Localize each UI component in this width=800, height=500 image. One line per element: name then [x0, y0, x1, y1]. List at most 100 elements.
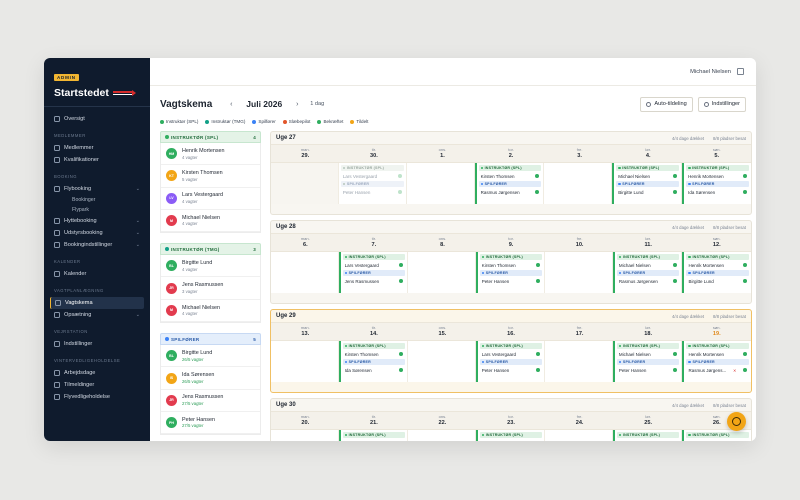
help-button[interactable]: [727, 412, 746, 431]
sidebar-item-tilmeldinger[interactable]: Tilmeldinger: [50, 379, 144, 391]
day-cell-empty[interactable]: [271, 341, 339, 382]
assigned-instructor[interactable]: Kirsten Thomsen: [479, 171, 542, 181]
assigned-instructor[interactable]: Kirsten Thomsen: [480, 260, 543, 270]
assigned-instructor[interactable]: [686, 438, 749, 441]
sidebar-item-kvalifikationer[interactable]: Kvalifikationer: [50, 154, 144, 166]
assigned-winch-operator[interactable]: Peter Hansen: [480, 365, 543, 375]
sidebar-item-kalender[interactable]: Kalender: [50, 268, 144, 280]
day-cell-empty[interactable]: [408, 252, 476, 293]
assigned-instructor[interactable]: Lars Vestergaard: [341, 171, 404, 181]
day-cell-empty[interactable]: [408, 430, 476, 441]
day-cell[interactable]: INSTRUKTØR (SPL) Lars Vestergaard SPILFØRE…: [338, 252, 409, 293]
day-cell[interactable]: INSTRUKTØR (SPL) Michael Nielsen SPILFØRER…: [612, 341, 683, 382]
roster-person[interactable]: JR Jens Rasmussen 3 vagter: [161, 277, 260, 300]
day-cell[interactable]: INSTRUKTØR (SPL) Henrik Mortensen SPILFØRE…: [682, 163, 751, 204]
assigned-winch-operator[interactable]: Jens Rasmussen: [343, 276, 406, 286]
day-cell[interactable]: INSTRUKTØR (SPL)SPILFØRER: [338, 430, 409, 441]
auto-assign-button[interactable]: Auto-tildeling: [640, 96, 693, 112]
day-cell-empty[interactable]: [408, 341, 476, 382]
day-view-toggle[interactable]: 1 dag: [310, 101, 324, 107]
roster-person[interactable]: BL Birgitte Lund 26/5 vagter: [161, 345, 260, 368]
roster-person[interactable]: KT Kirsten Thomsen 5 vagter: [161, 165, 260, 188]
day-cell[interactable]: INSTRUKTØR (SPL) Kirsten Thomsen SPILFØRER…: [474, 163, 545, 204]
day-cell[interactable]: INSTRUKTØR (SPL) Kirsten Thomsen SPILFØRER…: [475, 252, 546, 293]
assigned-winch-operator[interactable]: Rasmus Jørgensen: [479, 187, 542, 197]
sidebar-item-hyttebooking[interactable]: Hyttebooking ⌄: [50, 215, 144, 227]
sidebar-item-flybooking[interactable]: Flybooking ⌄: [50, 183, 144, 195]
day-cell[interactable]: INSTRUKTØR (SPL) Kirsten Thomsen SPILFØRER…: [338, 341, 409, 382]
sidebar-item-arbejdsdage[interactable]: Arbejdsdage: [50, 367, 144, 379]
assigned-winch-operator[interactable]: Peter Hansen: [341, 187, 404, 197]
roster-group-header[interactable]: SPILFØRER 5: [160, 333, 261, 346]
day-cell-empty[interactable]: [545, 341, 613, 382]
prev-month-button[interactable]: ‹: [226, 101, 236, 108]
roster-person[interactable]: HM Henrik Mortensen 4 vagter: [161, 143, 260, 166]
role-dot: [688, 166, 691, 170]
roster-person[interactable]: M Michael Nielsen 4 vagter: [161, 210, 260, 233]
day-number: 10.: [575, 242, 584, 248]
roster-person[interactable]: PH Peter Hansen 27/5 vagter: [161, 412, 260, 435]
day-cell[interactable]: INSTRUKTØR (SPL) Henrik Mortensen SPILFØRE…: [682, 252, 751, 293]
day-cell-empty[interactable]: [545, 252, 613, 293]
current-user[interactable]: Michael Nielsen: [690, 69, 731, 75]
chevron-down-icon: ⌄: [135, 186, 140, 192]
sidebar-subitem-bookinger[interactable]: Bookinger: [50, 195, 144, 205]
day-cell-empty[interactable]: [407, 163, 475, 204]
next-month-button[interactable]: ›: [292, 101, 302, 108]
assigned-winch-operator[interactable]: Ida Sørensen: [343, 365, 406, 375]
assigned-winch-operator[interactable]: Birgitte Lund: [686, 276, 749, 286]
assigned-instructor[interactable]: Henrik Mortensen: [686, 171, 749, 181]
day-cell-empty[interactable]: [271, 252, 339, 293]
day-cell[interactable]: INSTRUKTØR (SPL)SPILFØRER: [682, 430, 751, 441]
day-cell-empty[interactable]: [544, 163, 613, 204]
sidebar-item-medlemmer[interactable]: Medlemmer: [50, 142, 144, 154]
assigned-instructor[interactable]: Lars Vestergaard: [480, 349, 543, 359]
sidebar-item-udstyrsbooking[interactable]: Udstyrsbooking ⌄: [50, 227, 144, 239]
assigned-instructor[interactable]: Michael Nielsen: [617, 349, 680, 359]
roster-group-header[interactable]: INSTRUKTØR (TMG) 3: [160, 243, 261, 256]
assigned-winch-operator[interactable]: Rasmus Jørgens... ✕: [686, 365, 749, 375]
assigned-winch-operator[interactable]: Rasmus Jørgensen: [617, 276, 680, 286]
settings-button[interactable]: Indstillinger: [697, 96, 746, 112]
assigned-instructor[interactable]: Lars Vestergaard: [343, 260, 406, 270]
assigned-winch-operator[interactable]: Peter Hansen: [617, 365, 680, 375]
sidebar-item-vagtskema[interactable]: Vagtskema: [50, 297, 144, 309]
sidebar-item-flyvedligeholdelse[interactable]: Flyvedligeholdelse: [50, 391, 144, 403]
day-cell-empty[interactable]: [271, 163, 339, 204]
day-cell[interactable]: INSTRUKTØR (SPL)SPILFØRER: [612, 430, 683, 441]
roster-person[interactable]: LV Lars Vestergaard 4 vagter: [161, 188, 260, 210]
day-cell[interactable]: INSTRUKTØR (SPL) Lars Vestergaard SPILFØRE…: [339, 163, 407, 204]
assigned-instructor[interactable]: [343, 438, 406, 441]
logout-icon[interactable]: [737, 68, 744, 75]
assigned-instructor[interactable]: [480, 438, 543, 441]
day-cell-empty[interactable]: [271, 430, 339, 441]
sidebar-item-indstillinger[interactable]: Indstillinger: [50, 338, 144, 350]
assigned-instructor[interactable]: Michael Nielsen: [616, 171, 679, 181]
assigned-instructor[interactable]: Henrik Mortensen: [686, 260, 749, 270]
day-cell[interactable]: INSTRUKTØR (SPL) Henrik Mortensen SPILFØRE…: [682, 341, 751, 382]
day-cell[interactable]: INSTRUKTØR (SPL)SPILFØRER: [475, 430, 546, 441]
day-cell[interactable]: INSTRUKTØR (SPL) Michael Nielsen SPILFØRER…: [612, 252, 683, 293]
assigned-winch-operator[interactable]: Peter Hansen: [480, 276, 543, 286]
roster-person[interactable]: JR Jens Rasmussen 27/5 vagter: [161, 390, 260, 412]
assigned-instructor[interactable]: Kirsten Thomsen: [343, 349, 406, 359]
day-cell[interactable]: INSTRUKTØR (SPL) Michael Nielsen SPILFØRER…: [612, 163, 683, 204]
assigned-instructor[interactable]: Michael Nielsen: [617, 260, 680, 270]
sidebar-item-oversigt[interactable]: Oversigt: [50, 113, 144, 125]
brand-logo[interactable]: Startstedet: [54, 87, 144, 99]
assigned-instructor[interactable]: [617, 438, 680, 441]
assigned-instructor[interactable]: Henrik Mortensen: [686, 349, 749, 359]
remove-icon[interactable]: ✕: [733, 368, 736, 373]
assigned-winch-operator[interactable]: Birgitte Lund: [616, 187, 679, 197]
roster-person[interactable]: BL Birgitte Lund 4 vagter: [161, 255, 260, 278]
assigned-winch-operator[interactable]: Ida Sørensen: [686, 187, 749, 197]
role-label: INSTRUKTØR (SPL): [692, 433, 730, 437]
sidebar-item-bookingindstillinger[interactable]: Bookingindstillinger ⌄: [50, 239, 144, 251]
roster-person[interactable]: IS Ida Sørensen 26/5 vagter: [161, 367, 260, 390]
day-cell[interactable]: INSTRUKTØR (SPL) Lars Vestergaard SPILFØRE…: [475, 341, 546, 382]
roster-group-header[interactable]: INSTRUKTØR (SPL) 4: [160, 131, 261, 143]
sidebar-subitem-flypark[interactable]: Flypark: [50, 205, 144, 215]
day-cell-empty[interactable]: [545, 430, 613, 441]
sidebar-item-opsætning[interactable]: Opsætning ⌄: [50, 309, 144, 321]
roster-person[interactable]: M Michael Nielsen 4 vagter: [161, 300, 260, 323]
